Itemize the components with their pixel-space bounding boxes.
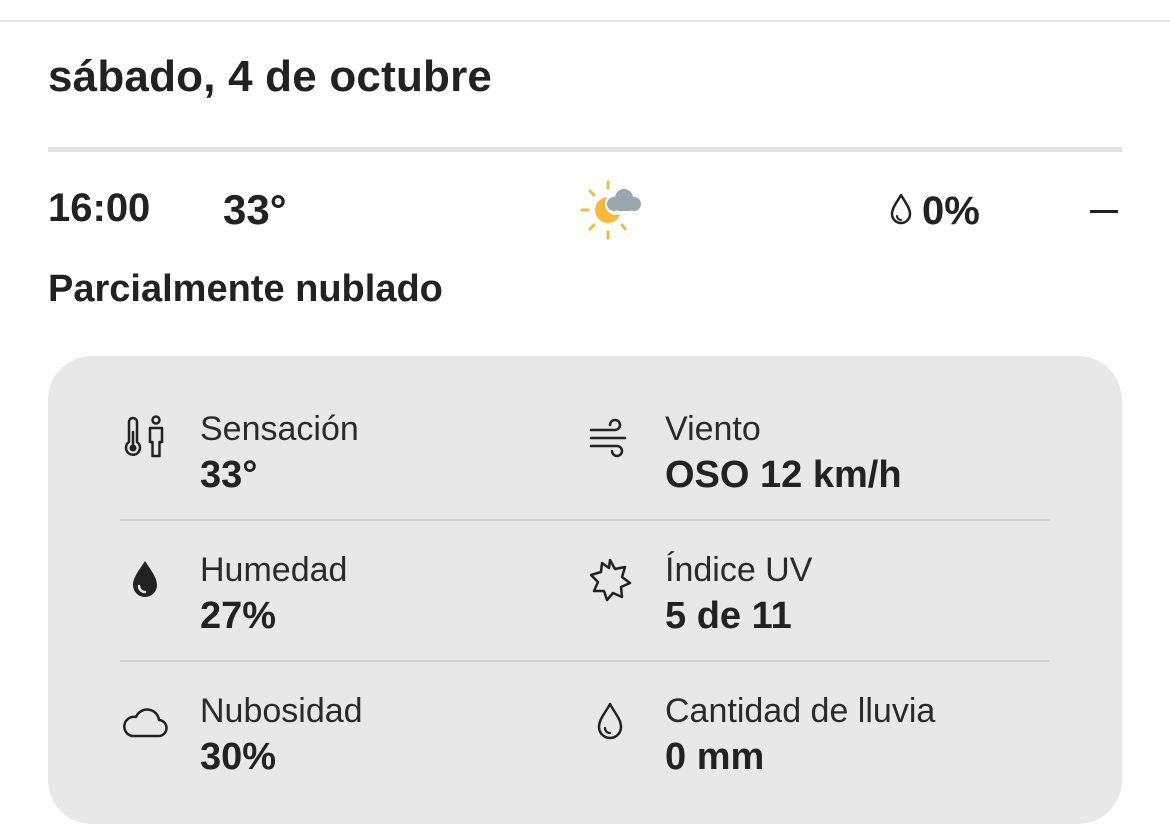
details-divider bbox=[120, 519, 1050, 521]
detail-value: 27% bbox=[200, 595, 277, 637]
detail-label: Viento bbox=[665, 410, 761, 448]
date-heading: sábado, 4 de octubre bbox=[48, 52, 493, 101]
raindrop-icon bbox=[888, 192, 914, 231]
hour-temperature: 33° bbox=[223, 186, 287, 233]
detail-wind: Viento OSO 12 km/h bbox=[585, 406, 1005, 516]
cloud-icon bbox=[120, 696, 170, 746]
precipitation-chance: 0% bbox=[888, 186, 980, 236]
details-card: Sensación 33° Viento OSO 12 km/h Humedad… bbox=[48, 356, 1122, 824]
hourly-forecast-row[interactable]: 16:00 33° 0% bbox=[48, 178, 1122, 242]
detail-label: Índice UV bbox=[665, 551, 813, 589]
section-divider bbox=[48, 147, 1122, 152]
hour-time: 16:00 bbox=[48, 186, 151, 230]
detail-value: 33° bbox=[200, 454, 258, 496]
raindrop-outline-icon bbox=[585, 696, 635, 746]
detail-rain-amount: Cantidad de lluvia 0 mm bbox=[585, 688, 1005, 798]
detail-label: Cantidad de lluvia bbox=[665, 692, 936, 730]
detail-label: Sensación bbox=[200, 410, 359, 448]
humidity-drop-icon bbox=[120, 555, 170, 605]
detail-cloud-cover: Nubosidad 30% bbox=[120, 688, 540, 798]
uv-sun-icon bbox=[585, 555, 635, 605]
detail-label: Nubosidad bbox=[200, 692, 363, 730]
top-divider bbox=[0, 20, 1170, 22]
wind-icon bbox=[585, 414, 635, 464]
detail-feels-like: Sensación 33° bbox=[120, 406, 540, 516]
detail-value: 30% bbox=[200, 736, 277, 778]
precipitation-value: 0% bbox=[922, 188, 980, 233]
detail-value: OSO 12 km/h bbox=[665, 454, 902, 496]
detail-value: 0 mm bbox=[665, 736, 765, 778]
detail-humidity: Humedad 27% bbox=[120, 547, 540, 657]
details-divider bbox=[120, 660, 1050, 662]
condition-description: Parcialmente nublado bbox=[48, 268, 443, 310]
collapse-button[interactable] bbox=[1088, 188, 1122, 232]
detail-uv-index: Índice UV 5 de 11 bbox=[585, 547, 1005, 657]
detail-value: 5 de 11 bbox=[665, 595, 792, 637]
collapse-dash-icon bbox=[1090, 210, 1118, 213]
detail-label: Humedad bbox=[200, 551, 348, 589]
partly-cloudy-icon bbox=[578, 178, 646, 242]
thermometer-person-icon bbox=[120, 414, 170, 464]
